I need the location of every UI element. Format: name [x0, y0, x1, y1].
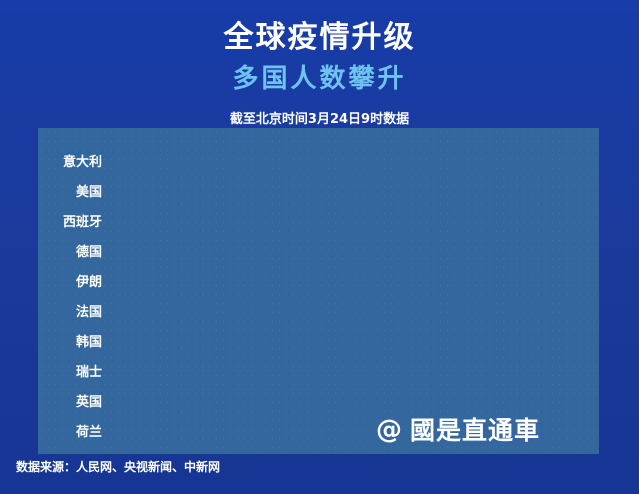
- country-label-usa: 美国: [75, 185, 102, 200]
- page-title: 全球疫情升级: [223, 20, 416, 55]
- date-note: 截至北京时间3月24日9时数据: [229, 112, 410, 127]
- page-subtitle: 多国人数攀升: [232, 64, 407, 94]
- country-label-uk: 英国: [75, 395, 102, 410]
- country-label-korea: 韩国: [75, 335, 102, 350]
- country-label-italy: 意大利: [62, 155, 102, 170]
- country-label-germany: 德国: [75, 245, 102, 260]
- country-label-netherlands: 荷兰: [75, 425, 102, 440]
- chart-panel: [38, 128, 599, 454]
- panel-texture: [38, 128, 599, 454]
- watermark-text: 國是直通車: [410, 415, 541, 445]
- country-label-spain: 西班牙: [62, 215, 102, 230]
- country-list: 意大利 美国 西班牙 德国 伊朗 法国 韩国 瑞士 英国 荷兰: [38, 148, 102, 448]
- country-label-france: 法国: [75, 305, 102, 320]
- at-icon: @: [376, 415, 402, 445]
- country-label-switzerland: 瑞士: [75, 365, 102, 380]
- country-label-iran: 伊朗: [75, 275, 102, 290]
- data-source-note: 数据来源：人民网、央视新闻、中新网: [16, 460, 221, 474]
- watermark: @ 國是直通車: [376, 410, 540, 450]
